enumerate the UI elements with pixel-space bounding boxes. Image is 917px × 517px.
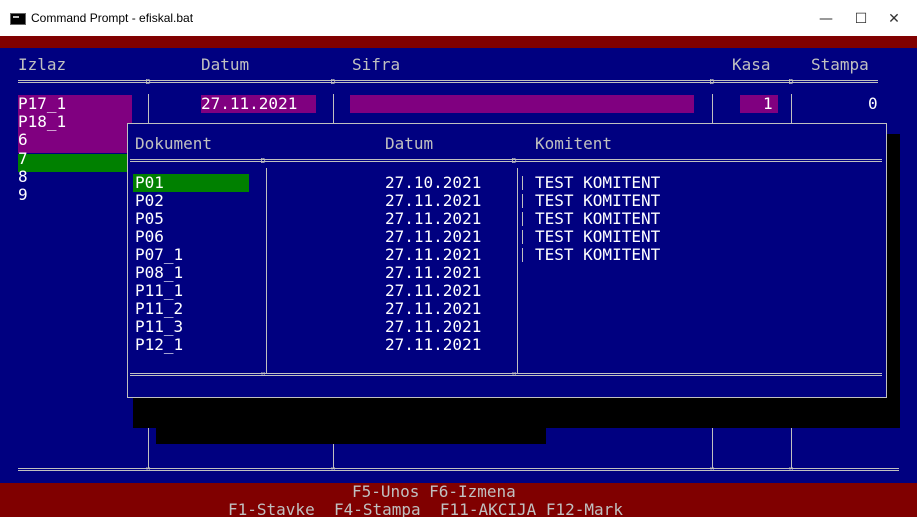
row-dokument[interactable]: P11_3 [135, 318, 183, 336]
separator-joint: ɒ [788, 77, 794, 87]
row-datum[interactable]: 27.10.2021 [385, 174, 481, 192]
separator-joint: ɒ [511, 156, 517, 166]
console-area: Izlaz Datum Sifra Kasa Stampa ɒ ɒ ɒ ɒ P1… [0, 36, 917, 517]
list-item[interactable]: 6 [18, 131, 28, 149]
current-kasa-field[interactable]: 1 [763, 95, 773, 113]
current-izlaz-field[interactable]: P17_1 [18, 95, 66, 113]
row-datum[interactable]: 27.11.2021 [385, 192, 481, 210]
separator-joint: ¤ [511, 370, 517, 380]
separator-joint: ɒ [260, 156, 266, 166]
popup-header-komitent: Komitent [535, 134, 613, 153]
header-datum: Datum [201, 55, 250, 74]
popup-shadow [133, 398, 900, 428]
close-button[interactable]: ✕ [874, 6, 914, 32]
window-titlebar: Command Prompt - efiskal.bat — ☐ ✕ [0, 0, 917, 36]
document-picker-dialog: Dokument Datum Komitent ɒ ɒ ¤ ¤ P01 27.10… [127, 123, 887, 398]
row-dokument[interactable]: P02 [135, 192, 164, 210]
sifra-field[interactable] [350, 95, 694, 113]
current-datum-field[interactable]: 27.11.2021 [201, 95, 297, 113]
row-datum[interactable]: 27.11.2021 [385, 318, 481, 336]
row-komitent[interactable]: TEST KOMITENT [535, 192, 660, 210]
window-title: Command Prompt - efiskal.bat [31, 11, 194, 25]
list-item[interactable]: 7 [18, 150, 28, 168]
current-stampa-field[interactable]: 0 [868, 95, 878, 113]
popup-shadow [887, 134, 900, 406]
popup-column-divider [517, 168, 518, 373]
separator-joint: ɒ [330, 77, 336, 87]
separator-joint: ¤ [788, 465, 794, 475]
row-datum[interactable]: 27.11.2021 [385, 246, 481, 264]
row-komitent[interactable]: TEST KOMITENT [535, 174, 660, 192]
popup-header-separator [130, 159, 882, 162]
panel-shadow [156, 428, 546, 444]
separator-joint: ¤ [260, 370, 266, 380]
list-item[interactable]: P18_1 [18, 113, 66, 131]
komitent-divider [522, 212, 523, 226]
komitent-divider [522, 176, 523, 190]
function-key-bar: F5-Unos F6-Izmena F1-Stavke F4-Stampa F1… [0, 483, 917, 517]
row-datum[interactable]: 27.11.2021 [385, 300, 481, 318]
row-dokument[interactable]: P05 [135, 210, 164, 228]
top-status-bar [0, 36, 917, 48]
footer-line-2: F1-Stavke F4-Stampa F11-AKCIJA F12-Mark [228, 500, 623, 517]
row-datum[interactable]: 27.11.2021 [385, 210, 481, 228]
komitent-divider [522, 248, 523, 262]
row-datum[interactable]: 27.11.2021 [385, 282, 481, 300]
cmd-app-icon [10, 13, 26, 25]
header-izlaz: Izlaz [18, 55, 67, 74]
row-datum[interactable]: 27.11.2021 [385, 336, 481, 354]
komitent-divider [522, 194, 523, 208]
list-item[interactable]: 8 [18, 168, 28, 186]
row-dokument[interactable]: P11_1 [135, 282, 183, 300]
row-dokument[interactable]: P11_2 [135, 300, 183, 318]
separator-joint: ¤ [709, 465, 715, 475]
separator-joint: ¤ [145, 465, 151, 475]
footer-line-1: F5-Unos F6-Izmena [352, 482, 516, 501]
popup-header-datum: Datum [385, 134, 434, 153]
row-komitent[interactable]: TEST KOMITENT [535, 210, 660, 228]
header-stampa: Stampa [811, 55, 869, 74]
popup-bottom-separator [130, 373, 882, 376]
list-selected-highlight [18, 154, 132, 172]
header-kasa: Kasa [732, 55, 771, 74]
popup-header-dokument: Dokument [135, 134, 213, 153]
header-sifra: Sifra [352, 55, 401, 74]
popup-column-divider [266, 168, 267, 373]
row-datum[interactable]: 27.11.2021 [385, 228, 481, 246]
row-dokument[interactable]: P08_1 [135, 264, 183, 282]
row-datum[interactable]: 27.11.2021 [385, 264, 481, 282]
row-dokument[interactable]: P07_1 [135, 246, 183, 264]
separator-joint: ɒ [145, 77, 151, 87]
row-komitent[interactable]: TEST KOMITENT [535, 228, 660, 246]
row-dokument[interactable]: P01 [135, 174, 164, 192]
komitent-divider [522, 230, 523, 244]
minimize-button[interactable]: — [806, 6, 846, 32]
list-item[interactable]: 9 [18, 186, 28, 204]
separator-joint: ɒ [709, 77, 715, 87]
row-dokument[interactable]: P12_1 [135, 336, 183, 354]
separator-joint: ¤ [330, 465, 336, 475]
row-dokument[interactable]: P06 [135, 228, 164, 246]
row-komitent[interactable]: TEST KOMITENT [535, 246, 660, 264]
